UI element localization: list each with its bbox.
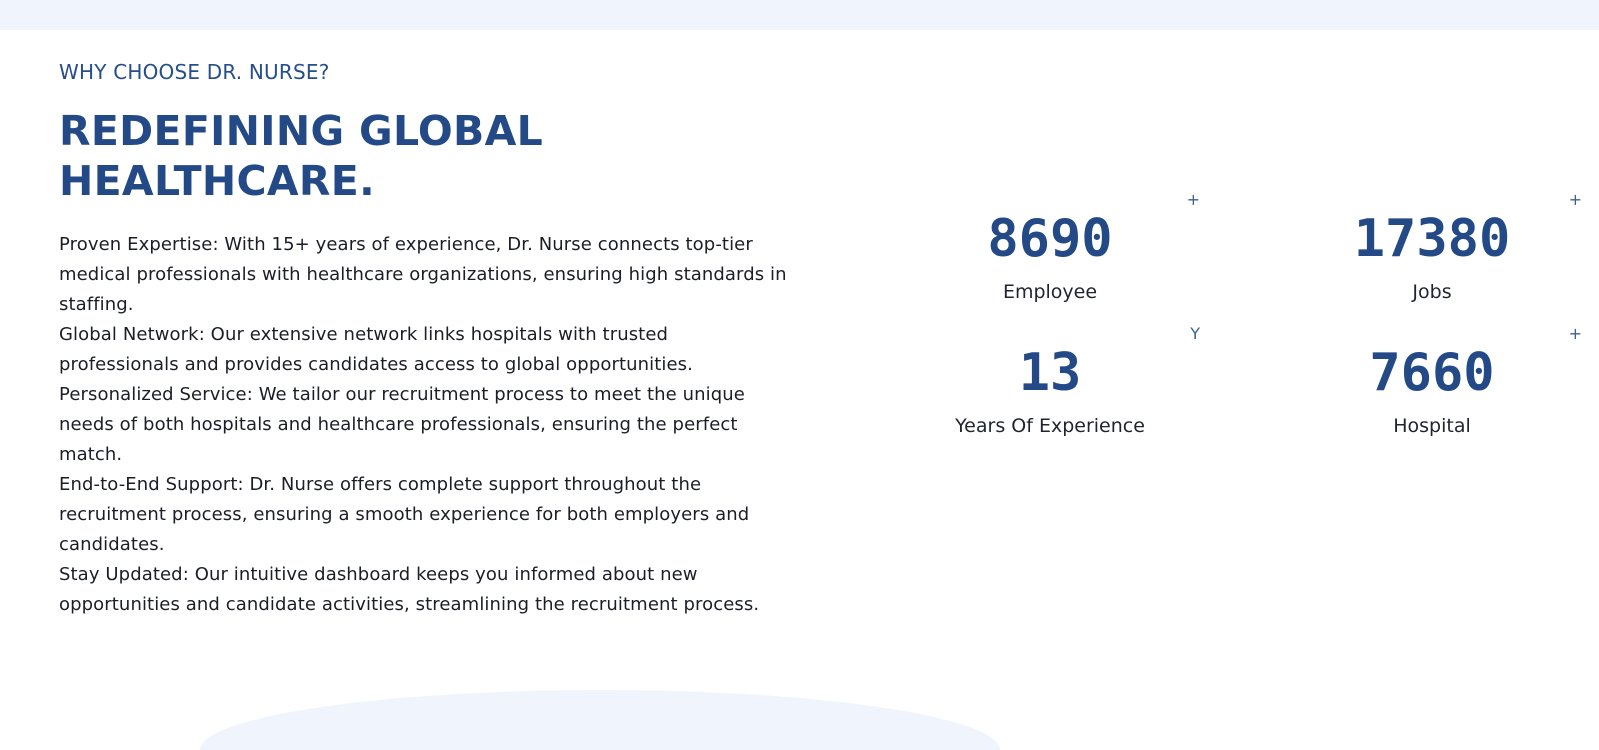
headline-line-2: HEALTHCARE. xyxy=(59,157,375,205)
feature-item: Proven Expertise: With 15+ years of expe… xyxy=(59,234,787,315)
stat-label: Hospital xyxy=(1393,415,1471,437)
bottom-decorative-curve xyxy=(200,690,1000,750)
feature-item: Global Network: Our extensive network li… xyxy=(59,324,693,375)
headline-line-1: REDEFINING GLOBAL xyxy=(59,107,544,155)
stat-value: 13 xyxy=(1018,343,1082,403)
features-list: Proven Expertise: With 15+ years of expe… xyxy=(59,230,789,620)
stat-value: 17380 xyxy=(1353,209,1511,269)
stat-hospital: + 7660 Hospital xyxy=(1282,324,1582,454)
stat-label: Jobs xyxy=(1412,281,1452,303)
stat-employee: + 8690 Employee xyxy=(900,190,1200,320)
stats-grid: + 8690 Employee + 17380 Jobs Y 13 Years … xyxy=(870,190,1582,470)
stat-suffix: + xyxy=(1568,190,1582,209)
why-choose-section: WHY CHOOSE DR. NURSE? REDEFINING GLOBAL … xyxy=(59,58,789,620)
stat-jobs: + 17380 Jobs xyxy=(1282,190,1582,320)
feature-item: Personalized Service: We tailor our recr… xyxy=(59,384,745,465)
stat-suffix: Y xyxy=(1190,324,1200,343)
stat-suffix: + xyxy=(1568,324,1582,343)
feature-item: Stay Updated: Our intuitive dashboard ke… xyxy=(59,564,760,615)
stat-label: Employee xyxy=(1002,281,1098,303)
feature-item: End-to-End Support: Dr. Nurse offers com… xyxy=(59,474,750,555)
stat-label: Years Of Experience xyxy=(955,415,1145,437)
stat-suffix: + xyxy=(1186,190,1200,209)
top-band xyxy=(0,0,1599,30)
stat-value: 7660 xyxy=(1369,343,1495,403)
stat-years-experience: Y 13 Years Of Experience xyxy=(900,324,1200,454)
section-eyebrow: WHY CHOOSE DR. NURSE? xyxy=(59,60,330,84)
section-headline: REDEFINING GLOBAL HEALTHCARE. xyxy=(59,106,789,206)
stat-value: 8690 xyxy=(987,209,1113,269)
